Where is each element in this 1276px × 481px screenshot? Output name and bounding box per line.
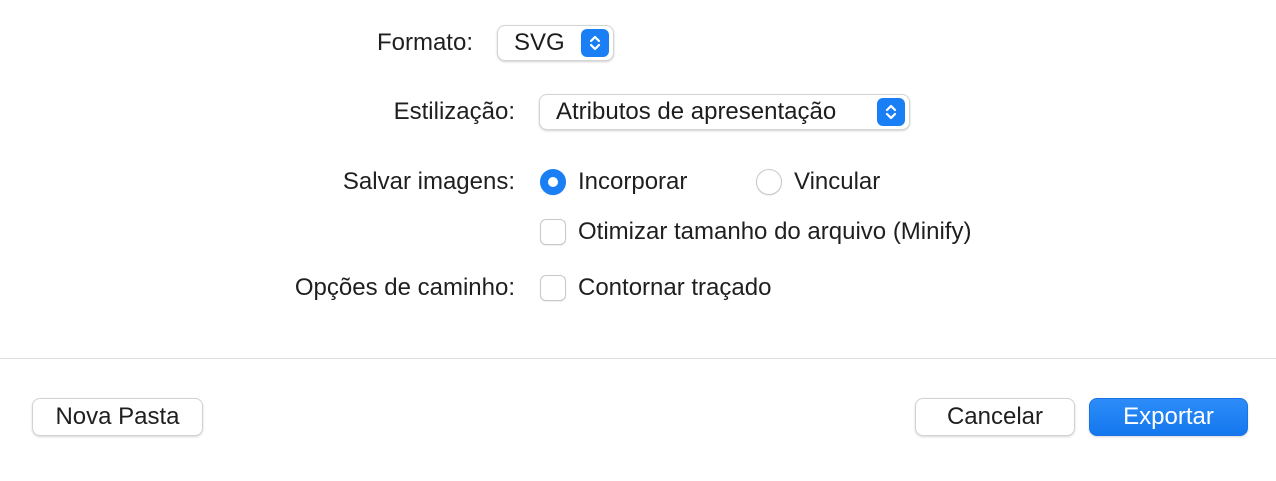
up-down-chevron-icon: [877, 98, 905, 126]
outline-stroke-checkbox[interactable]: [540, 275, 566, 301]
styling-label: Estilização:: [393, 98, 515, 125]
cancel-button[interactable]: Cancelar: [915, 398, 1075, 436]
format-popup-value: SVG: [514, 29, 565, 56]
footer-divider: [0, 358, 1276, 359]
styling-popup-value: Atributos de apresentação: [556, 98, 837, 125]
save-images-label: Salvar imagens:: [342, 168, 515, 195]
format-label: Formato:: [376, 29, 473, 56]
minify-checkbox[interactable]: [540, 219, 566, 245]
embed-radio-label[interactable]: Incorporar: [578, 167, 687, 197]
new-folder-button[interactable]: Nova Pasta: [32, 398, 203, 436]
minify-checkbox-label[interactable]: Otimizar tamanho do arquivo (Minify): [578, 217, 971, 247]
link-radio[interactable]: [756, 169, 782, 195]
format-popup[interactable]: SVG: [497, 25, 614, 61]
styling-popup[interactable]: Atributos de apresentação: [539, 94, 910, 130]
outline-stroke-checkbox-label[interactable]: Contornar traçado: [578, 273, 771, 303]
embed-radio[interactable]: [540, 169, 566, 195]
path-options-label: Opções de caminho:: [294, 274, 515, 301]
export-button[interactable]: Exportar: [1089, 398, 1248, 436]
up-down-chevron-icon: [581, 29, 609, 57]
link-radio-label[interactable]: Vincular: [794, 167, 880, 197]
